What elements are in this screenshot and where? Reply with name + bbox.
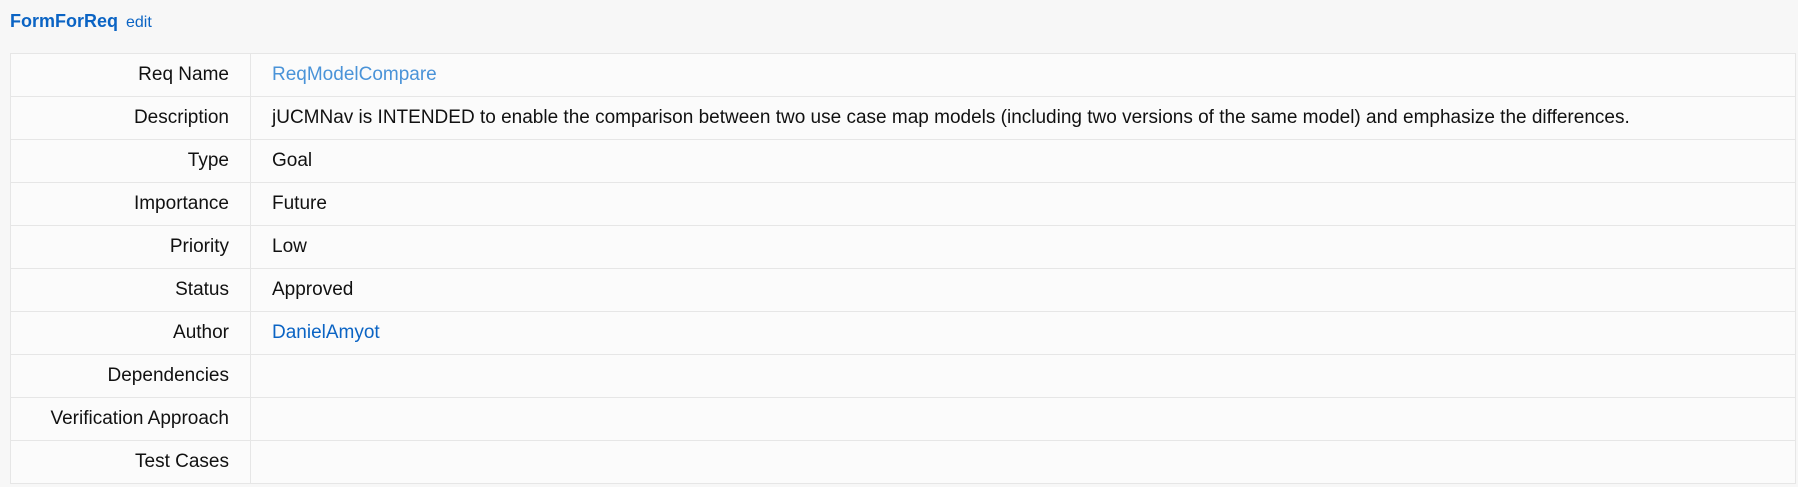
verification-approach-label: Verification Approach	[10, 397, 251, 441]
req-name-label: Req Name	[10, 53, 251, 97]
importance-label: Importance	[10, 182, 251, 226]
table-row-importance: Importance Future	[10, 182, 1796, 226]
table-row-status: Status Approved	[10, 268, 1796, 312]
requirement-table: Req Name ReqModelCompare Description jUC…	[10, 53, 1796, 484]
priority-label: Priority	[10, 225, 251, 269]
form-header: FormForReq edit	[10, 10, 1788, 32]
priority-value: Low	[250, 225, 1796, 269]
table-row-description: Description jUCMNav is INTENDED to enabl…	[10, 96, 1796, 140]
form-title-link[interactable]: FormForReq	[10, 10, 118, 32]
req-name-value-cell: ReqModelCompare	[250, 53, 1796, 97]
test-cases-label: Test Cases	[10, 440, 251, 484]
table-row-dependencies: Dependencies	[10, 354, 1796, 398]
type-value: Goal	[250, 139, 1796, 183]
table-row-verification-approach: Verification Approach	[10, 397, 1796, 441]
status-value: Approved	[250, 268, 1796, 312]
req-name-link[interactable]: ReqModelCompare	[272, 64, 437, 85]
table-row-type: Type Goal	[10, 139, 1796, 183]
dependencies-value	[250, 354, 1796, 398]
type-label: Type	[10, 139, 251, 183]
table-row-test-cases: Test Cases	[10, 440, 1796, 484]
description-label: Description	[10, 96, 251, 140]
status-label: Status	[10, 268, 251, 312]
importance-value: Future	[250, 182, 1796, 226]
verification-approach-value	[250, 397, 1796, 441]
dependencies-label: Dependencies	[10, 354, 251, 398]
table-row-req-name: Req Name ReqModelCompare	[10, 53, 1796, 97]
page: FormForReq edit Req Name ReqModelCompare…	[0, 0, 1798, 487]
test-cases-value	[250, 440, 1796, 484]
author-value-cell: DanielAmyot	[250, 311, 1796, 355]
table-row-priority: Priority Low	[10, 225, 1796, 269]
author-label: Author	[10, 311, 251, 355]
description-value: jUCMNav is INTENDED to enable the compar…	[250, 96, 1796, 140]
edit-link[interactable]: edit	[126, 12, 152, 34]
table-row-author: Author DanielAmyot	[10, 311, 1796, 355]
author-link[interactable]: DanielAmyot	[272, 322, 380, 343]
